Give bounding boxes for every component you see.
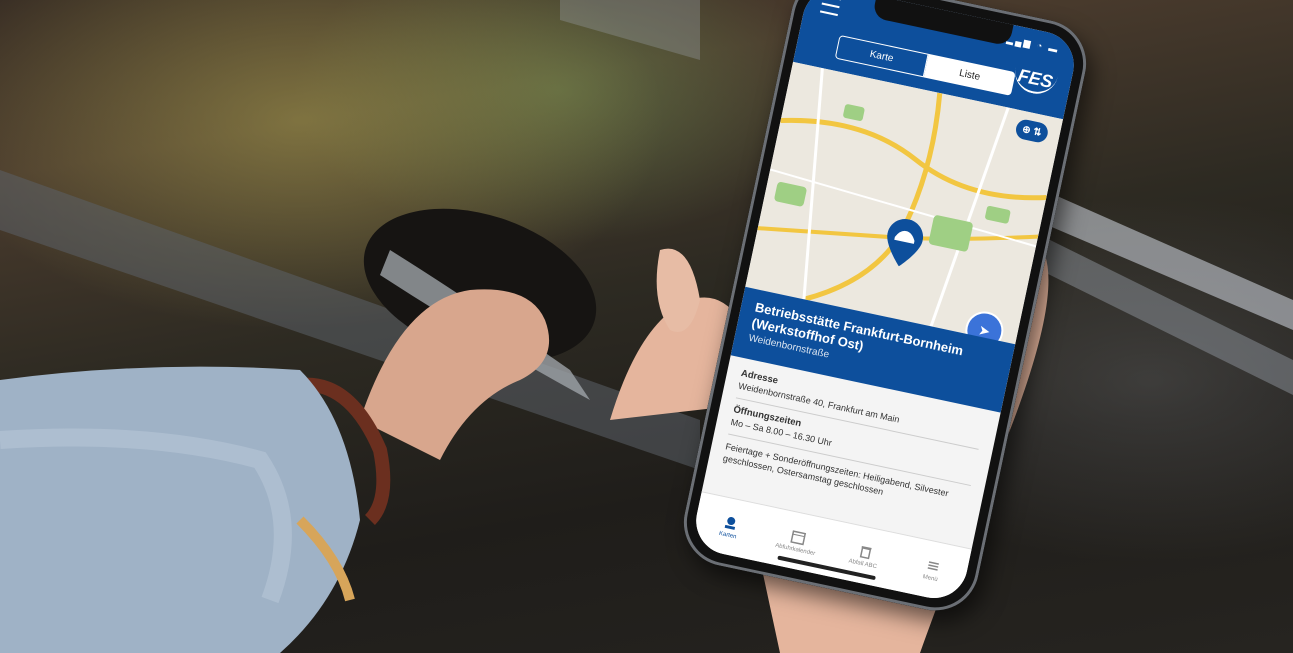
tab-label: Abfuhrkalender: [774, 542, 816, 557]
photo-scene: ▂▄▆ ◔ ▬ Karte Liste FES ⊕ ⇅ ➤ Betriebsst…: [0, 0, 1293, 653]
tab-label: Menü: [922, 573, 939, 583]
bin-icon: [859, 545, 872, 559]
map-road-north-south: [803, 92, 943, 302]
calendar-icon: [789, 529, 806, 545]
status-bar-icons: ▂▄▆ ◔ ▬: [1005, 33, 1061, 55]
map-park: [843, 104, 865, 121]
window-frame: [560, 0, 700, 60]
fes-logo: FES: [1011, 64, 1059, 98]
menu-icon: [927, 560, 939, 571]
map-park: [985, 205, 1011, 224]
map-park: [928, 215, 973, 252]
tab-list[interactable]: Liste: [923, 53, 1016, 96]
tab-label: Karten: [718, 530, 738, 540]
map-park: [774, 182, 807, 207]
denim-sleeve: [0, 366, 360, 653]
hamburger-menu-icon[interactable]: [819, 0, 842, 17]
background-photo: [0, 0, 1293, 653]
map-pin-icon: [724, 516, 735, 530]
tab-label: Abfall ABC: [848, 557, 878, 570]
tab-map[interactable]: Karte: [834, 34, 929, 78]
